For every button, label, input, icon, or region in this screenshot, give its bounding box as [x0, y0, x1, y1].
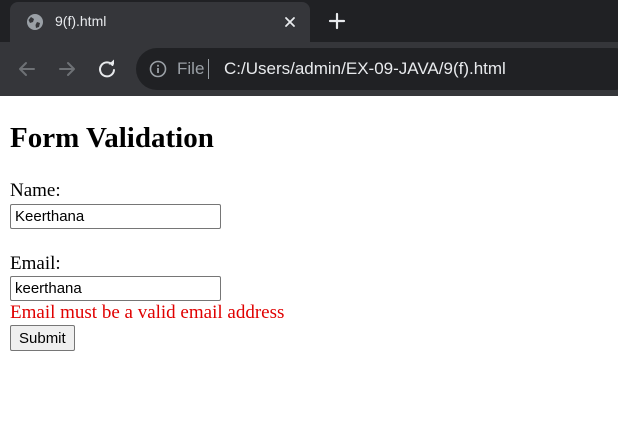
plus-icon[interactable] [327, 11, 347, 31]
forward-arrow-icon[interactable] [56, 58, 78, 80]
email-input[interactable] [10, 276, 221, 301]
url-scheme-label: File [177, 59, 205, 78]
email-label: Email: [10, 253, 61, 274]
browser-tab[interactable]: 9(f).html [10, 2, 310, 42]
toolbar: File C:/Users/admin/EX-09-JAVA/9(f).html [0, 42, 618, 96]
info-icon[interactable] [149, 60, 167, 78]
email-error-message: Email must be a valid email address [10, 302, 285, 323]
page-content: Form Validation Name: Email: Email must … [0, 96, 618, 442]
url-separator [208, 59, 209, 79]
url-text[interactable]: C:/Users/admin/EX-09-JAVA/9(f).html [224, 59, 506, 79]
address-bar[interactable]: File C:/Users/admin/EX-09-JAVA/9(f).html [136, 48, 618, 90]
globe-icon [26, 13, 44, 31]
name-label: Name: [10, 180, 61, 201]
page-title: Form Validation [10, 122, 214, 154]
browser-chrome: 9(f).html File C:/Users/admin/EX-09-JAVA… [0, 0, 618, 96]
reload-icon[interactable] [96, 58, 118, 80]
name-input[interactable] [10, 204, 221, 229]
tab-title: 9(f).html [55, 13, 107, 29]
back-arrow-icon[interactable] [16, 58, 38, 80]
submit-button[interactable]: Submit [10, 325, 75, 351]
close-icon[interactable] [280, 12, 300, 32]
